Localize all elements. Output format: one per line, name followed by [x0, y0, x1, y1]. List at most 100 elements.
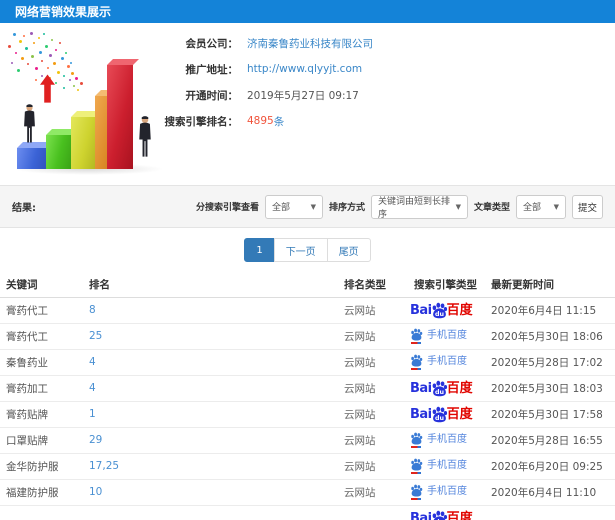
engine-cell: 手机百度 [410, 479, 487, 506]
svg-text:du: du [435, 387, 444, 395]
info-row-company: 会员公司： 济南秦鲁药业科技有限公司 [150, 30, 374, 56]
rank-type-cell [340, 505, 410, 520]
baidu-cn-text: 百度 [446, 510, 473, 520]
keyword-cell: 金华防护服 [0, 453, 85, 480]
baidu-mobile-logo: 手机百度 [410, 484, 467, 500]
baidu-cn-text: 百度 [446, 380, 473, 396]
chevron-down-icon: ▼ [455, 202, 461, 211]
col-rank: 排名 [85, 272, 340, 298]
page-header: 网络营销效果展示 [0, 0, 615, 23]
company-link[interactable]: 济南秦鲁药业科技有限公司 [247, 36, 373, 51]
chevron-down-icon: ▼ [553, 202, 559, 211]
rank-count-unit: 条 [273, 115, 285, 128]
rank-link[interactable]: 4 [85, 375, 340, 402]
rank-type-cell: 云网站 [340, 479, 410, 506]
next-page-button[interactable]: 下一页 [273, 238, 328, 262]
rank-count-value: 4895 [247, 115, 274, 127]
engine-cell: 手机百度 [410, 453, 487, 480]
chart-bar-green [46, 135, 71, 169]
engine-select[interactable]: 全部 ▼ [264, 194, 323, 219]
rank-link[interactable]: 25 [85, 323, 340, 350]
pagination: 1 下一页 尾页 [0, 228, 615, 272]
updated-time-cell: 2020年5月28日 17:02 [487, 349, 615, 376]
table-row: Baidu百度 [0, 505, 615, 520]
baidu-mobile-logo: 手机百度 [410, 432, 467, 448]
keyword-cell: 福建防护服 [0, 479, 85, 506]
bar-chart-graphic [4, 27, 174, 179]
sort-select[interactable]: 关键词由短到长排序 ▼ [370, 194, 468, 220]
mobile-baidu-paw-icon [410, 354, 423, 370]
info-row-url: 推广地址： http://www.qlyyjt.com [150, 56, 373, 82]
table-row: 秦鲁药业 4 云网站 手机百度 2020年5月28日 17:02 [0, 349, 615, 376]
engine-cell: Baidu百度 [410, 375, 487, 402]
article-type-label: 文章类型 [473, 203, 510, 213]
article-type-select[interactable]: 全部 ▼ [515, 194, 566, 219]
engine-cell: Baidu百度 [410, 401, 487, 428]
baidu-mobile-logo: 手机百度 [410, 458, 467, 474]
mobile-baidu-label: 手机百度 [427, 434, 467, 445]
rank-link[interactable] [85, 505, 340, 520]
member-info-list: 会员公司： 济南秦鲁药业科技有限公司 推广地址： http://www.qlyy… [150, 30, 374, 134]
engine-cell: 手机百度 [410, 349, 487, 376]
rank-link[interactable]: 10 [85, 479, 340, 506]
baidu-pc-logo: Baidu百度 [410, 406, 473, 423]
keyword-cell: 膏药贴牌 [0, 401, 85, 428]
keyword-cell: 秦鲁药业 [0, 349, 85, 376]
page-title: 网络营销效果展示 [15, 5, 112, 19]
mobile-baidu-label: 手机百度 [427, 330, 467, 341]
updated-time-cell: 2020年5月30日 18:06 [487, 323, 615, 350]
keyword-cell: 口罩贴牌 [0, 427, 85, 454]
table-row: 膏药加工 4 云网站 Bai du 百度 2020年5月30日 18:03 [0, 375, 615, 402]
baidu-paw-icon: du [431, 510, 448, 520]
col-updated: 最新更新时间 [487, 272, 615, 298]
rank-link[interactable]: 1 [85, 401, 340, 428]
keyword-ranking-table: 关键词 排名 排名类型 搜索引擎类型 最新更新时间 膏药代工 8 云网站 Bai du 百… [0, 272, 615, 520]
engine-cell: 手机百度 [410, 427, 487, 454]
baidu-latin-text: Bai [410, 380, 432, 396]
rank-type-cell: 云网站 [340, 427, 410, 454]
sort-select-value: 关键词由短到长排序 [377, 196, 450, 220]
mobile-baidu-paw-icon [410, 484, 423, 500]
rank-link[interactable]: 4 [85, 349, 340, 376]
businessman-right-figure [136, 112, 154, 162]
submit-button[interactable]: 提交 [571, 194, 603, 219]
businessman-left-figure [21, 100, 38, 148]
promo-url-label: 推广地址： [185, 63, 239, 76]
chevron-down-icon: ▼ [310, 202, 316, 211]
rank-type-cell: 云网站 [340, 401, 410, 428]
mobile-baidu-paw-icon [410, 458, 423, 474]
page-button-current[interactable]: 1 [244, 238, 275, 262]
rank-link[interactable]: 8 [85, 297, 340, 324]
engine-filter-label: 分搜索引擎查看 [195, 203, 259, 213]
baidu-cn-text: 百度 [446, 406, 473, 422]
rank-link[interactable]: 17,25 [85, 453, 340, 480]
last-page-button[interactable]: 尾页 [326, 238, 371, 262]
keyword-cell: 膏药加工 [0, 375, 85, 402]
chart-bar-red [107, 65, 133, 169]
col-rank-type: 排名类型 [340, 272, 410, 298]
baidu-paw-icon: du [431, 406, 448, 423]
open-time-label: 开通时间： [185, 89, 239, 102]
baidu-mobile-logo: 手机百度 [410, 328, 467, 344]
keyword-cell: 膏药代工 [0, 323, 85, 350]
updated-time-cell: 2020年5月30日 17:58 [487, 401, 615, 428]
rank-type-cell: 云网站 [340, 375, 410, 402]
rank-link[interactable]: 29 [85, 427, 340, 454]
baidu-latin-text: Bai [410, 406, 432, 422]
keyword-cell [0, 505, 85, 520]
table-row: 膏药代工 8 云网站 Bai du 百度 2020年6月4日 11:15 [0, 297, 615, 324]
updated-time-cell: 2020年6月4日 11:15 [487, 297, 615, 324]
baidu-cn-text: 百度 [446, 302, 473, 318]
keyword-cell: 膏药代工 [0, 297, 85, 324]
table-body: 膏药代工 8 云网站 Bai du 百度 2020年6月4日 11:15 膏药代工 25 云网站手… [0, 297, 615, 520]
baidu-pc-logo: Baidu百度 [410, 510, 473, 520]
engine-cell: Baidu百度 [410, 297, 487, 324]
rank-type-cell: 云网站 [340, 297, 410, 324]
updated-time-cell: 2020年6月20日 09:25 [487, 453, 615, 480]
promo-url-link[interactable]: http://www.qlyyjt.com [247, 63, 362, 75]
table-row: 口罩贴牌 29 云网站 手机百度 2020年5月28日 16:55 [0, 427, 615, 454]
up-arrow-icon [40, 74, 55, 107]
updated-time-cell: 2020年6月4日 11:10 [487, 479, 615, 506]
rank-type-cell: 云网站 [340, 349, 410, 376]
table-header-row: 关键词 排名 排名类型 搜索引擎类型 最新更新时间 [0, 272, 615, 298]
